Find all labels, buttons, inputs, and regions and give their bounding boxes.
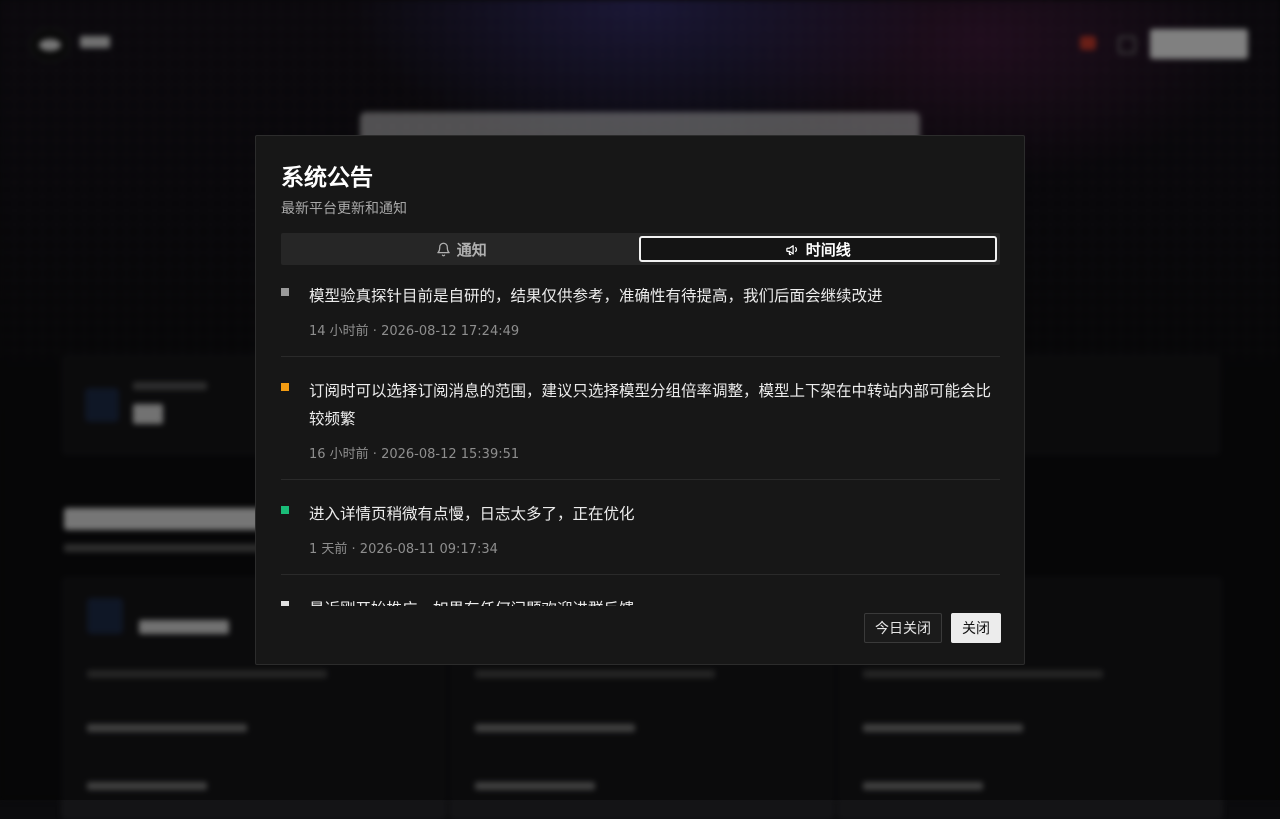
status-dot: [281, 601, 289, 606]
megaphone-icon: [785, 244, 797, 255]
tab-notifications[interactable]: 通知: [284, 236, 639, 262]
modal-title: 系统公告: [281, 165, 373, 191]
announcement-time: 1 天前 · 2026-08-11 09:17:34: [309, 542, 498, 557]
modal-subtitle: 最新平台更新和通知: [281, 201, 407, 217]
close-button[interactable]: 关闭: [951, 613, 1001, 643]
status-dot: [281, 288, 289, 296]
tab-label: 通知: [456, 240, 487, 259]
announcement-time: 16 小时前 · 2026-08-12 15:39:51: [309, 447, 520, 462]
status-dot: [281, 383, 289, 391]
announcement-time: 14 小时前 · 2026-08-12 17:24:49: [309, 324, 520, 339]
announcement-item: 模型验真探针目前是自研的，结果仅供参考，准确性有待提高，我们后面会继续改进 14…: [281, 276, 1000, 357]
announcement-text: 进入详情页稍微有点慢，日志太多了，正在优化: [309, 505, 635, 523]
announcement-item: 最近刚开始推广，如果有任何问题欢迎进群反馈: [281, 589, 1000, 606]
announcement-text: 模型验真探针目前是自研的，结果仅供参考，准确性有待提高，我们后面会继续改进: [309, 287, 883, 305]
announcement-text: 订阅时可以选择订阅消息的范围，建议只选择模型分组倍率调整，模型上下架在中转站内部…: [309, 382, 992, 428]
tab-timeline[interactable]: 时间线: [638, 236, 997, 262]
announcement-item: 订阅时可以选择订阅消息的范围，建议只选择模型分组倍率调整，模型上下架在中转站内部…: [281, 371, 1000, 480]
tab-bar: 通知 时间线: [281, 233, 1000, 265]
announcement-modal: 系统公告 最新平台更新和通知 通知 时间线 模型验真探针目前是自研的，结果仅供参…: [255, 135, 1025, 665]
announcement-text: 最近刚开始推广，如果有任何问题欢迎进群反馈: [309, 595, 1000, 606]
bell-icon: [436, 242, 450, 256]
close-today-button[interactable]: 今日关闭: [864, 613, 942, 643]
status-dot: [281, 506, 289, 514]
announcement-list[interactable]: 模型验真探针目前是自研的，结果仅供参考，准确性有待提高，我们后面会继续改进 14…: [281, 276, 1000, 606]
tab-label: 时间线: [805, 240, 851, 259]
announcement-item: 进入详情页稍微有点慢，日志太多了，正在优化 1 天前 · 2026-08-11 …: [281, 494, 1000, 575]
